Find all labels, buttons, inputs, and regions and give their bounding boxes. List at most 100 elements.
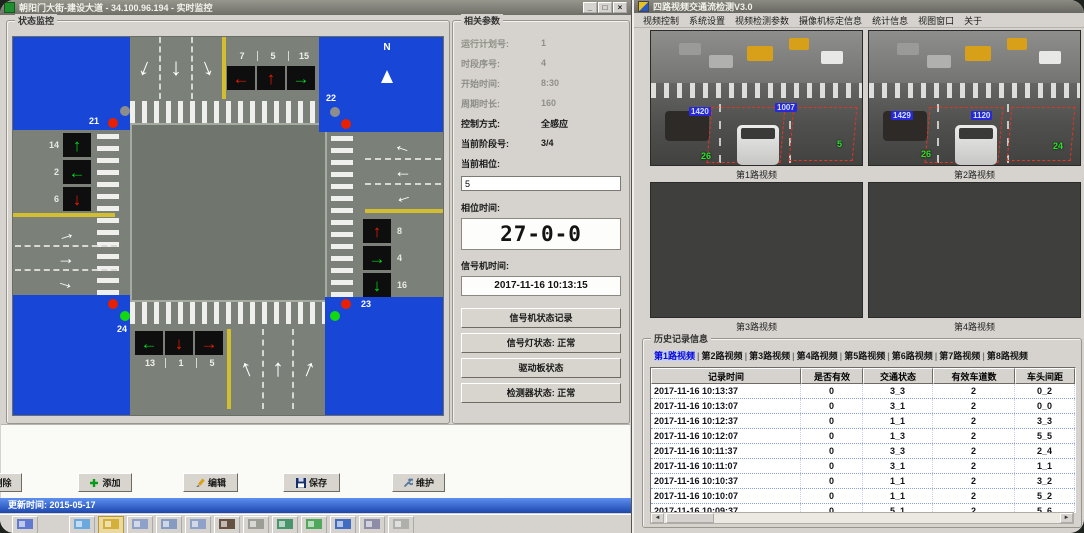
maximize-icon[interactable]	[598, 2, 612, 13]
table-cell: 0	[801, 384, 863, 398]
horizontal-scrollbar[interactable]	[650, 512, 1074, 524]
table-cell: 2017-11-16 10:11:37	[651, 444, 801, 458]
toolbar-glyph-icon	[305, 518, 323, 530]
toolbar-button[interactable]	[69, 516, 95, 533]
maintain-button[interactable]: 维护	[392, 473, 445, 492]
menu-item-4[interactable]: 摄像机标定信息	[799, 14, 862, 27]
menu-item-1[interactable]: 视频控制	[643, 14, 679, 27]
table-cell: 1_1	[863, 414, 933, 428]
toolbar-button[interactable]	[272, 516, 298, 533]
toolbar-button[interactable]	[98, 516, 124, 533]
scroll-left-icon[interactable]	[651, 513, 664, 523]
lane-count-tag: 5	[837, 139, 842, 149]
table-cell: 2	[933, 384, 1015, 398]
toolbar-button[interactable]	[330, 516, 356, 533]
lane-arrow-icon	[15, 247, 117, 271]
menu-item-6[interactable]: 视图窗口	[918, 14, 954, 27]
minimize-icon[interactable]	[583, 2, 597, 13]
menu-item-5[interactable]: 统计信息	[872, 14, 908, 27]
parameters-body: 运行计划号:1时段序号:4开始时间:8:30周期时长:160控制方式:全感应当前…	[461, 33, 621, 417]
toolbar-button[interactable]	[301, 516, 327, 533]
menu-item-2[interactable]: 系统设置	[689, 14, 725, 27]
video-feed-3[interactable]	[650, 182, 863, 318]
table-row[interactable]: 2017-11-16 10:10:3701_123_2	[651, 474, 1075, 489]
right-title-bar[interactable]: 四路视频交通流检测V3.0	[634, 0, 1084, 13]
table-cell: 2	[933, 399, 1015, 413]
param-field: 当前阶段号:3/4	[461, 133, 621, 153]
video-feed-1[interactable]: 14201007265	[650, 30, 863, 166]
signal-light-red-up-icon: ↑	[257, 66, 285, 90]
toolbar-button[interactable]	[127, 516, 153, 533]
table-cell: 3_1	[863, 459, 933, 473]
tab-video-3[interactable]: 第3路视频	[749, 351, 790, 361]
tab-video-7[interactable]: 第7路视频	[939, 351, 980, 361]
crosswalk-south	[130, 302, 325, 324]
car	[679, 43, 701, 55]
edit-button[interactable]: 编辑	[183, 473, 238, 492]
param-value: 3/4	[541, 138, 554, 148]
window-title: 四路视频交通流检测V3.0	[653, 0, 753, 13]
scrollbar-thumb[interactable]	[666, 513, 714, 523]
video-cell-1: 14201007265第1路视频	[650, 30, 863, 182]
param-label: 当前阶段号:	[461, 137, 541, 150]
signal-row: 6↓	[39, 187, 93, 211]
taxi-car	[1007, 38, 1027, 50]
toolbar-button[interactable]	[359, 516, 385, 533]
toolbar-button[interactable]	[156, 516, 182, 533]
signal-light-green-left-icon: ←	[63, 160, 91, 184]
white-car	[737, 125, 779, 165]
status-button[interactable]: 驱动板状态	[461, 358, 621, 378]
table-row[interactable]: 2017-11-16 10:10:0701_125_2	[651, 489, 1075, 504]
intersection-diagram: N	[12, 36, 444, 416]
save-button[interactable]: 保存	[283, 473, 340, 492]
toolbar-button[interactable]	[243, 516, 269, 533]
tab-video-8[interactable]: 第8路视频	[987, 351, 1028, 361]
status-button[interactable]: 检测器状态: 正常	[461, 383, 621, 403]
menu-item-7[interactable]: 关于	[964, 14, 982, 27]
signal-number: 1	[165, 358, 196, 368]
tab-video-5[interactable]: 第5路视频	[844, 351, 885, 361]
tab-video-4[interactable]: 第4路视频	[797, 351, 838, 361]
corner-block-nw	[13, 37, 130, 130]
add-button[interactable]: 添加	[78, 473, 132, 492]
tab-video-1[interactable]: 第1路视频	[654, 351, 695, 361]
toolbar-button[interactable]	[185, 516, 211, 533]
maintain-icon	[403, 478, 413, 488]
arrow-down-icon: ↓	[73, 191, 82, 208]
lane-arrow-icon	[233, 329, 262, 409]
table-row[interactable]: 2017-11-16 10:11:0703_121_1	[651, 459, 1075, 474]
table-row[interactable]: 2017-11-16 10:12:0701_325_5	[651, 429, 1075, 444]
table-row[interactable]: 2017-11-16 10:13:0703_120_0	[651, 399, 1075, 414]
add-icon	[89, 478, 99, 488]
left-title-bar[interactable]: 朝阳门大街-建设大道 - 34.100.96.194 - 实时监控	[0, 0, 631, 15]
column-header: 有效车道数	[933, 368, 1015, 384]
toolbar-button[interactable]	[12, 516, 38, 533]
button-label: 删除	[0, 476, 12, 489]
current-phase-input[interactable]	[461, 176, 621, 191]
tab-video-6[interactable]: 第6路视频	[892, 351, 933, 361]
table-row[interactable]: 2017-11-16 10:12:3701_123_3	[651, 414, 1075, 429]
tab-video-2[interactable]: 第2路视频	[702, 351, 743, 361]
lane-count-tag: 26	[921, 149, 931, 159]
status-button[interactable]: 信号灯状态: 正常	[461, 333, 621, 353]
status-button[interactable]: 信号机状态记录	[461, 308, 621, 328]
lane-count-tag: 26	[701, 151, 711, 161]
param-field: 当前相位:	[461, 153, 621, 173]
signal-north-arrows: ←↑→	[227, 66, 317, 90]
close-icon[interactable]	[613, 2, 627, 13]
arrow-up-icon: ↑	[373, 223, 382, 240]
detector-label: 22	[326, 93, 336, 103]
toolbar-button[interactable]	[214, 516, 240, 533]
video-feed-4[interactable]	[868, 182, 1081, 318]
delete-button[interactable]: 删除	[0, 473, 22, 492]
detector-dot	[330, 107, 340, 117]
toolbar-button[interactable]	[388, 516, 414, 533]
table-cell: 2	[933, 474, 1015, 488]
table-row[interactable]: 2017-11-16 10:13:3703_320_2	[651, 384, 1075, 399]
table-row[interactable]: 2017-11-16 10:11:3703_322_4	[651, 444, 1075, 459]
table-cell: 3_3	[1015, 414, 1075, 428]
video-feed-2[interactable]: 142911202624	[868, 30, 1081, 166]
scroll-right-icon[interactable]	[1060, 513, 1073, 523]
menu-item-3[interactable]: 视频检测参数	[735, 14, 789, 27]
detector-label: 23	[361, 299, 371, 309]
